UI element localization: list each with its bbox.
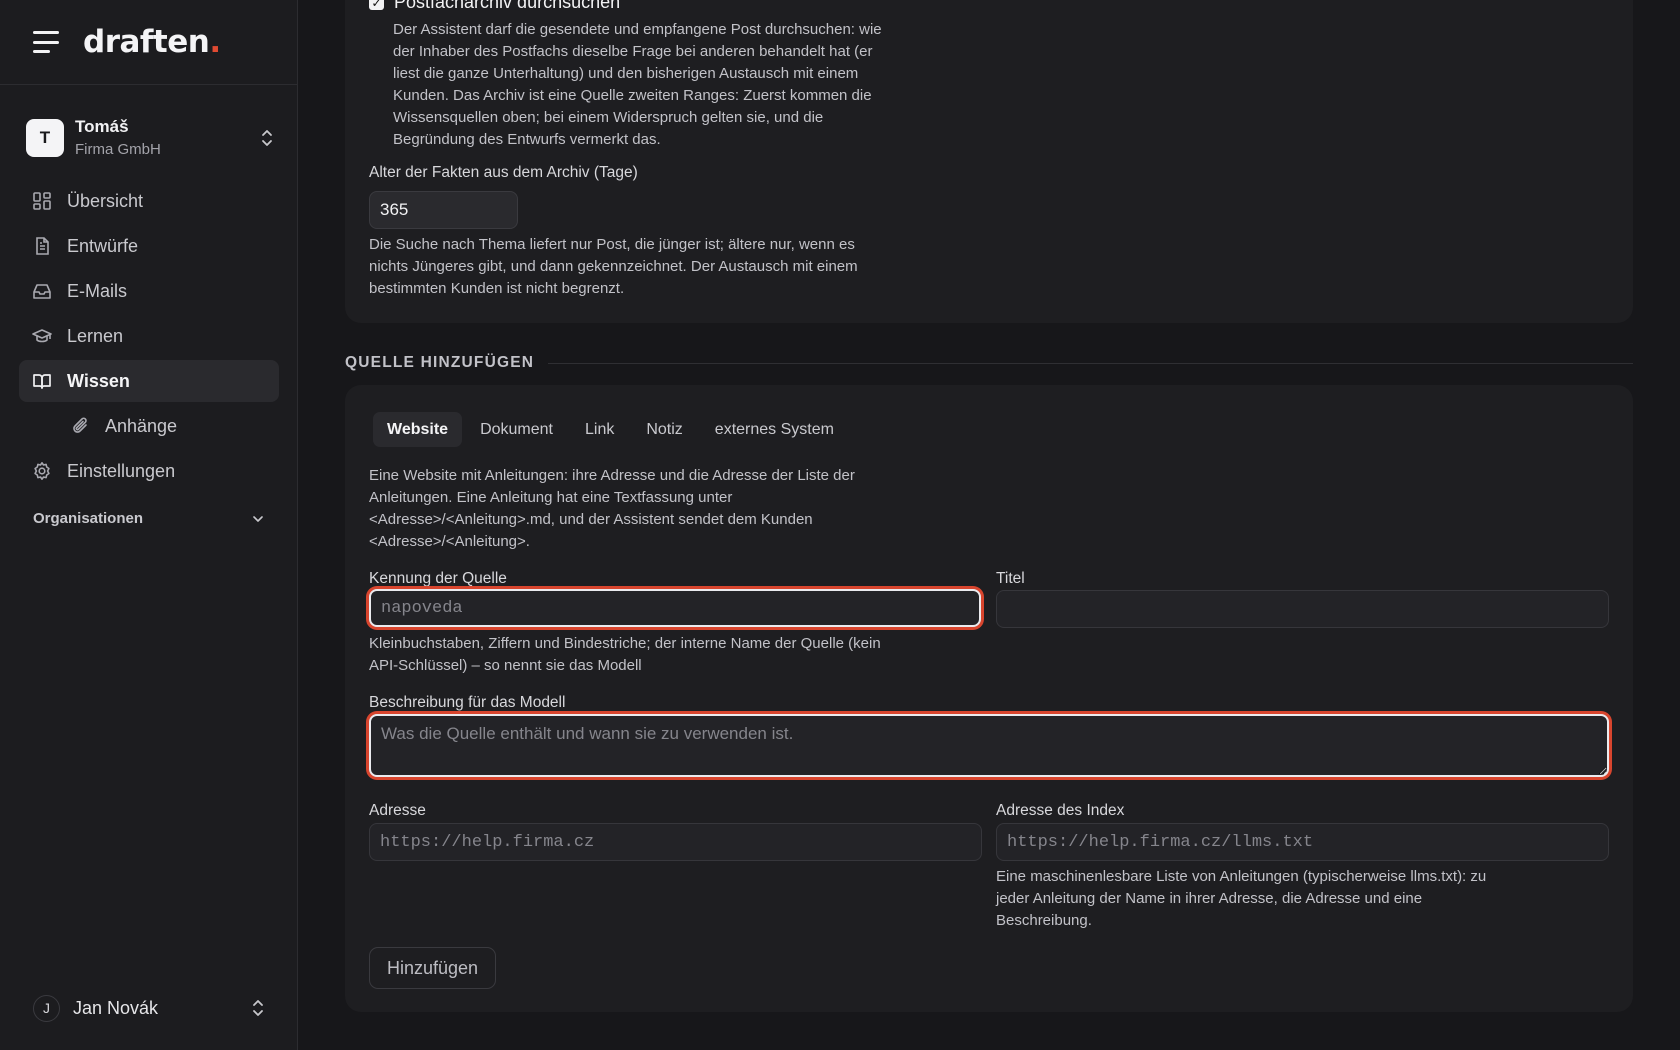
tab-dokument[interactable]: Dokument [466,412,567,447]
model-description-textarea[interactable] [369,714,1609,777]
nav-label: Wissen [67,370,130,391]
index-address-input[interactable] [996,823,1609,861]
gear-icon [34,462,50,480]
index-help: Eine maschinenlesbare Liste von Anleitun… [996,868,1487,929]
menu-icon[interactable] [33,31,59,53]
inbox-icon [33,284,51,299]
archive-help-text: Der Assistent darf die gesendete und emp… [393,21,882,148]
user-avatar: J [33,994,60,1022]
title-label: Titel [996,570,1025,587]
archive-checkbox-row[interactable]: ✓ Postfacharchiv durchsuchen [369,0,620,13]
nav-item-lernen[interactable]: Lernen [19,315,279,357]
index-address-label: Adresse des Index [996,802,1125,819]
nav-item-uebersicht[interactable]: Übersicht [19,180,279,222]
address-label: Adresse [369,802,426,819]
graduation-cap-icon [32,329,52,343]
source-type-tabs: Website Dokument Link Notiz externes Sys… [373,412,852,447]
org-name: Tomáš [75,116,129,136]
nav-label: Übersicht [67,190,144,211]
model-description-label: Beschreibung für das Modell [369,694,566,711]
organisations-toggle[interactable]: Organisationen [33,510,265,527]
section-title-text: QUELLE HINZUFÜGEN [345,354,535,371]
nav-item-entwuerfe[interactable]: Entwürfe [19,225,279,267]
chevrons-up-down-icon [262,130,272,146]
org-company: Firma GmbH [75,140,161,158]
nav-item-anhaenge[interactable]: Anhänge [19,405,279,447]
logo-dot: . [209,24,221,60]
nav-label: Entwürfe [67,235,139,256]
book-icon [33,374,51,389]
tab-notiz[interactable]: Notiz [632,412,696,447]
sidebar-header: draften. [0,0,297,85]
document-icon [36,237,49,255]
section-divider [548,362,1633,364]
nav-item-wissen[interactable]: Wissen [19,360,279,402]
organisations-label: Organisationen [33,510,144,527]
tab-externes-system[interactable]: externes System [701,412,848,447]
logo-text: draften [83,24,210,60]
add-button[interactable]: Hinzufügen [369,947,496,989]
dashboard-icon [33,192,51,210]
add-source-section-title: QUELLE HINZUFÜGEN [345,354,1633,372]
website-description: Eine Website mit Anleitungen: ihre Adres… [369,467,855,550]
nav-item-emails[interactable]: E-Mails [19,270,279,312]
archive-card: ✓ Postfacharchiv durchsuchen Der Assiste… [345,0,1633,323]
source-id-label: Kennung der Quelle [369,570,507,587]
nav-label: Lernen [67,325,124,346]
age-help-text: Die Suche nach Thema liefert nur Post, d… [369,236,858,297]
add-source-card: Website Dokument Link Notiz externes Sys… [345,385,1633,1012]
address-input[interactable] [369,823,982,861]
logo[interactable]: draften. [83,24,221,60]
archive-checkbox[interactable]: ✓ [369,0,384,10]
main-nav: Übersicht Entwürfe E-Mails Lernen Wissen… [19,180,279,495]
paperclip-icon [73,417,87,433]
user-name: Jan Novák [73,997,159,1018]
nav-label: Einstellungen [67,460,176,481]
nav-label: Anhänge [105,415,178,436]
title-input[interactable] [996,590,1609,628]
user-switcher[interactable]: J Jan Novák [33,994,265,1022]
archive-checkbox-label: Postfacharchiv durchsuchen [394,0,621,12]
sidebar: draften. T Tomáš Firma GmbH Übersicht En… [0,0,298,1050]
org-switcher[interactable]: T Tomáš Firma GmbH [26,115,274,161]
nav-item-einstellungen[interactable]: Einstellungen [19,450,279,492]
org-text: Tomáš Firma GmbH [75,117,260,160]
age-label: Alter der Fakten aus dem Archiv (Tage) [369,164,638,181]
chevron-down-icon [253,515,263,522]
tab-website[interactable]: Website [373,412,463,447]
org-avatar: T [26,119,64,157]
nav-label: E-Mails [67,280,128,301]
tab-link[interactable]: Link [571,412,628,447]
source-id-help: Kleinbuchstaben, Ziffern und Bindestrich… [369,635,881,674]
source-id-input[interactable] [369,589,981,627]
chevrons-up-down-icon [253,1000,263,1016]
age-input[interactable] [369,191,518,229]
